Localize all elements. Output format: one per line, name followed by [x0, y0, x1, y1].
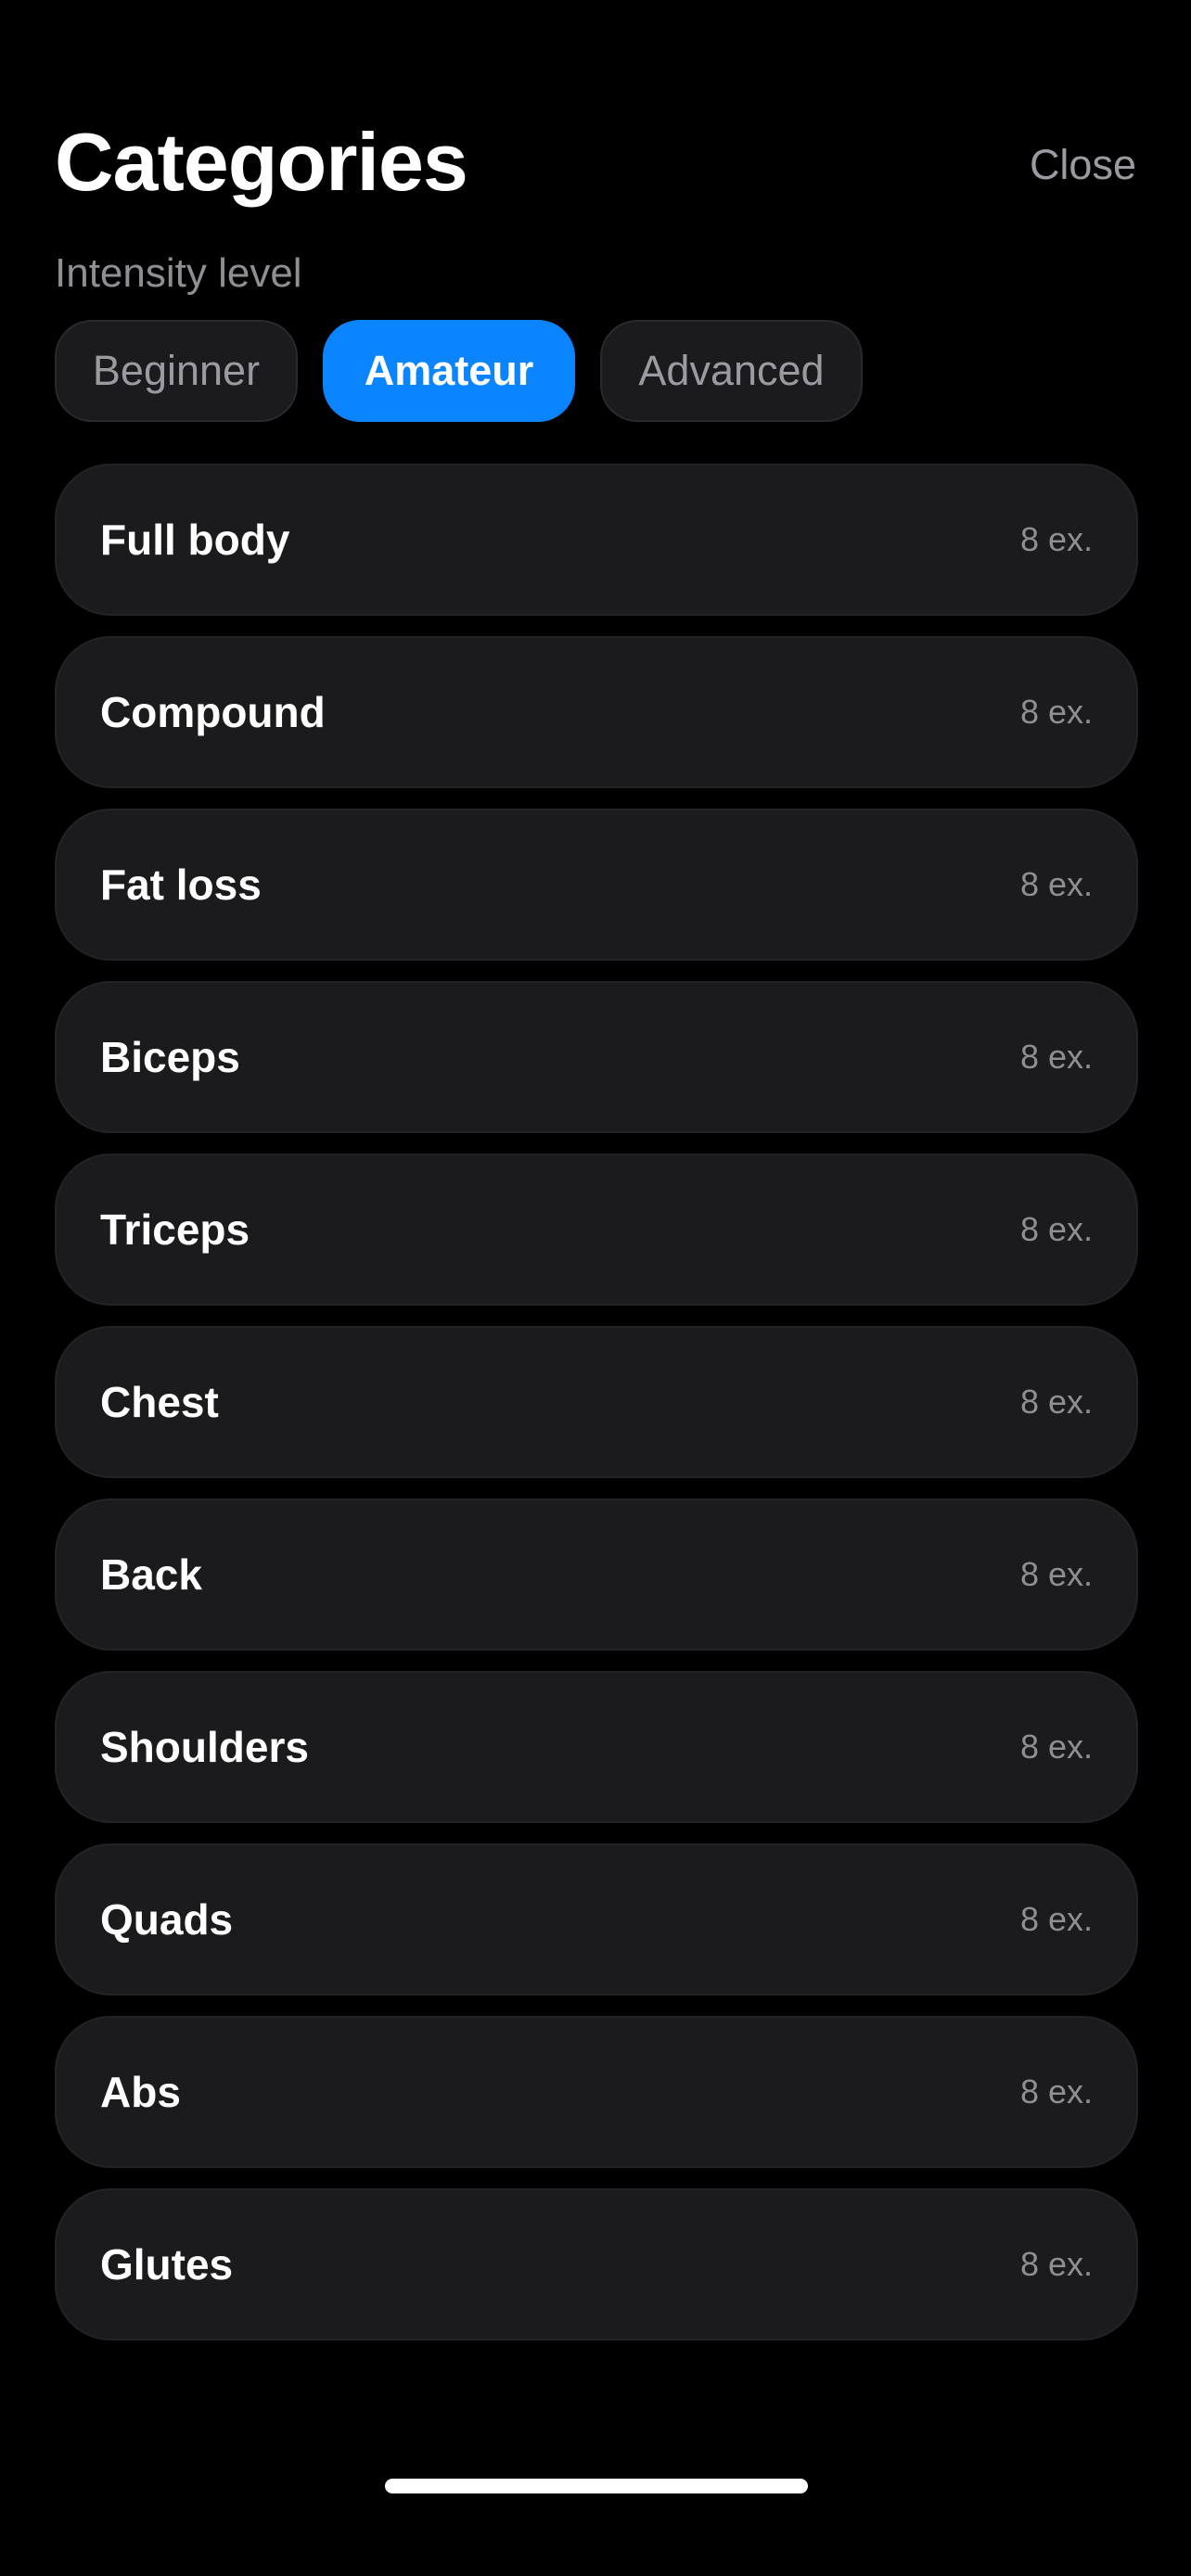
- intensity-option-amateur[interactable]: Amateur: [323, 320, 575, 422]
- category-name: Chest: [100, 1378, 219, 1426]
- intensity-option-advanced[interactable]: Advanced: [600, 320, 863, 422]
- category-name: Fat loss: [100, 861, 262, 909]
- intensity-option-beginner[interactable]: Beginner: [55, 320, 298, 422]
- category-name: Compound: [100, 688, 326, 736]
- exercise-count: 8 ex.: [1019, 1038, 1093, 1076]
- category-name: Back: [100, 1550, 202, 1599]
- intensity-level-label: Intensity level: [55, 250, 302, 296]
- category-row-chest[interactable]: Chest 8 ex.: [55, 1326, 1138, 1478]
- exercise-count: 8 ex.: [1019, 1900, 1093, 1938]
- categories-screen: Categories Close Intensity level Beginne…: [0, 0, 1191, 2576]
- category-row-abs[interactable]: Abs 8 ex.: [55, 2016, 1138, 2168]
- category-name: Glutes: [100, 2240, 234, 2289]
- category-row-shoulders[interactable]: Shoulders 8 ex.: [55, 1671, 1138, 1823]
- category-name: Full body: [100, 516, 290, 564]
- exercise-count: 8 ex.: [1019, 865, 1093, 903]
- category-name: Abs: [100, 2068, 181, 2116]
- home-indicator[interactable]: [385, 2479, 808, 2493]
- category-row-quads[interactable]: Quads 8 ex.: [55, 1843, 1138, 1996]
- exercise-count: 8 ex.: [1019, 2245, 1093, 2283]
- header: Categories Close: [55, 111, 1136, 223]
- category-row-compound[interactable]: Compound 8 ex.: [55, 636, 1138, 788]
- exercise-count: 8 ex.: [1019, 520, 1093, 558]
- exercise-count: 8 ex.: [1019, 1383, 1093, 1421]
- category-row-glutes[interactable]: Glutes 8 ex.: [55, 2188, 1138, 2340]
- exercise-count: 8 ex.: [1019, 1555, 1093, 1593]
- category-name: Quads: [100, 1895, 234, 1944]
- exercise-count: 8 ex.: [1019, 2072, 1093, 2111]
- close-button[interactable]: Close: [1030, 137, 1136, 193]
- page-title: Categories: [55, 116, 468, 208]
- category-row-full-body[interactable]: Full body 8 ex.: [55, 464, 1138, 616]
- intensity-segmented-control: Beginner Amateur Advanced: [55, 320, 863, 422]
- category-row-fat-loss[interactable]: Fat loss 8 ex.: [55, 809, 1138, 961]
- category-row-triceps[interactable]: Triceps 8 ex.: [55, 1154, 1138, 1306]
- category-name: Triceps: [100, 1205, 250, 1254]
- exercise-count: 8 ex.: [1019, 1728, 1093, 1766]
- exercise-count: 8 ex.: [1019, 1210, 1093, 1248]
- category-list: Full body 8 ex. Compound 8 ex. Fat loss …: [55, 464, 1138, 2361]
- category-row-biceps[interactable]: Biceps 8 ex.: [55, 981, 1138, 1133]
- category-name: Shoulders: [100, 1723, 309, 1771]
- category-name: Biceps: [100, 1033, 240, 1081]
- exercise-count: 8 ex.: [1019, 693, 1093, 731]
- category-row-back[interactable]: Back 8 ex.: [55, 1498, 1138, 1651]
